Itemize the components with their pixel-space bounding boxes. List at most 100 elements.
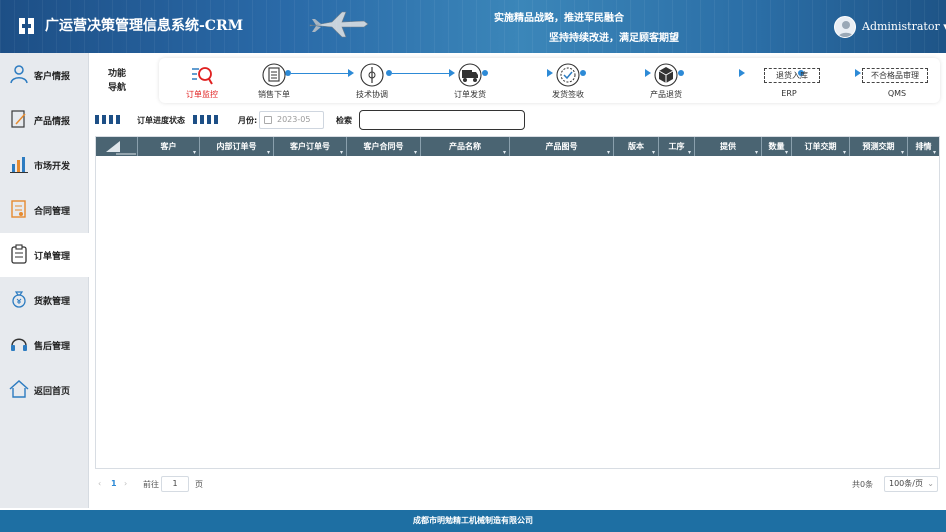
home-icon <box>9 379 29 398</box>
product-return-icon <box>654 63 678 87</box>
truck-icon <box>458 63 482 87</box>
search-monitor-icon <box>192 67 213 85</box>
col-customer[interactable]: 客户 ▾ <box>138 137 200 156</box>
col-scheduling[interactable]: 排情 ▾ <box>908 137 939 156</box>
calendar-icon <box>264 116 272 124</box>
col-forecast-delivery[interactable]: 预测交期 ▾ <box>850 137 908 156</box>
sidebar-item-label: 合同管理 <box>34 207 71 217</box>
progress-indicator-icon[interactable] <box>207 115 211 124</box>
sidebar-item-label: 返回首页 <box>34 387 71 397</box>
step-qms[interactable]: 不合格品审理 QMS <box>857 61 937 101</box>
grid-header: 客户 ▾ 内部订单号 ▾ 客户订单号 ▾ 客户合同号 ▾ 产品名称 ▾ 产品图号 ▾ 版本 ▾… <box>96 137 939 156</box>
tech-coordination-icon <box>360 63 384 87</box>
app-logo-icon <box>19 18 34 34</box>
user-icon <box>10 65 28 84</box>
avatar[interactable] <box>834 16 856 38</box>
step-label: 订单监控 <box>186 90 218 99</box>
sidebar-item-label: 产品情报 <box>34 117 71 127</box>
sidebar: 客户情报 产品情报 市场开发 合同管理 订单管理 货款管理 售后管理 返回首页 <box>0 53 89 508</box>
sidebar-item-market-dev[interactable]: 市场开发 <box>0 143 89 187</box>
page-suffix: 页 <box>195 480 203 489</box>
sidebar-item-label: 售后管理 <box>34 342 71 352</box>
step-order-monitor[interactable]: 订单监控 <box>169 61 235 101</box>
function-navigation: 功能导航 订单监控 销售下单 技术协调 订单发货 发货签收 产品退货 退货入库 … <box>97 58 940 103</box>
company-name: 成都市明勉精工机械制造有限公司 <box>413 516 533 525</box>
prev-page-button[interactable]: ‹ <box>98 479 101 488</box>
chevron-down-icon: ⌄ <box>927 479 934 488</box>
progress-indicator-icon[interactable] <box>193 115 197 124</box>
sidebar-item-payment[interactable]: 货款管理 <box>0 278 89 322</box>
step-label: 销售下单 <box>258 90 290 99</box>
month-value: 2023-05 <box>277 115 311 124</box>
grid-body <box>96 156 939 468</box>
sidebar-item-order[interactable]: 订单管理 <box>0 233 89 277</box>
search-input[interactable] <box>359 110 525 130</box>
filter-bar: 订单进度状态 月份: 2023-05 检索 <box>95 110 940 130</box>
step-shipping-receipt[interactable]: 发货签收 <box>535 61 601 101</box>
col-product-drawing-no[interactable]: 产品图号 ▾ <box>510 137 614 156</box>
order-list-icon <box>262 63 286 87</box>
search-label: 检索 <box>336 116 352 125</box>
progress-indicator-icon[interactable] <box>214 115 218 124</box>
slogan-line-1: 实施精品战略，推进军民融合 <box>494 13 624 24</box>
col-order-delivery[interactable]: 订单交期 ▾ <box>792 137 850 156</box>
col-process[interactable]: 工序 ▾ <box>659 137 695 156</box>
step-label: 发货签收 <box>552 90 584 99</box>
pagination: ‹ 1 › 前往 1 页 共0条 100条/页 ⌄ <box>95 474 940 496</box>
select-all-column[interactable] <box>96 137 138 156</box>
page-size-select[interactable]: 100条/页 ⌄ <box>884 476 938 492</box>
col-quantity[interactable]: 数量 ▾ <box>762 137 792 156</box>
user-avatar-icon <box>838 21 854 37</box>
return-warehouse-box: 退货入库 <box>764 68 820 83</box>
sidebar-item-customer-intel[interactable]: 客户情报 <box>0 53 89 97</box>
function-nav-title: 功能导航 <box>107 69 126 93</box>
step-product-return[interactable]: 产品退货 <box>633 61 699 101</box>
month-picker[interactable]: 2023-05 <box>259 111 324 129</box>
goto-label: 前往 <box>143 480 159 489</box>
page-size-value: 100条/页 <box>889 479 923 488</box>
progress-indicator-icon <box>95 115 99 124</box>
next-page-button[interactable]: › <box>124 479 127 488</box>
app-title: 广运营决策管理信息系统-CRM <box>45 18 244 34</box>
col-customer-order-no[interactable]: 客户订单号 ▾ <box>274 137 347 156</box>
sidebar-item-after-sales[interactable]: 售后管理 <box>0 323 89 367</box>
sidebar-item-home[interactable]: 返回首页 <box>0 368 89 412</box>
sidebar-item-label: 订单管理 <box>34 252 71 262</box>
total-count: 共0条 <box>852 480 874 489</box>
col-internal-order-no[interactable]: 内部订单号 ▾ <box>200 137 274 156</box>
nonconforming-review-box: 不合格品审理 <box>862 68 928 83</box>
step-erp[interactable]: 退货入库 ERP <box>739 61 839 101</box>
goto-page-input[interactable]: 1 <box>161 476 189 492</box>
progress-indicator-icon <box>102 115 106 124</box>
workflow-panel: 订单监控 销售下单 技术协调 订单发货 发货签收 产品退货 退货入库 ERP 不… <box>159 58 940 103</box>
sidebar-item-product-intel[interactable]: 产品情报 <box>0 98 89 142</box>
col-customer-contract-no[interactable]: 客户合同号 ▾ <box>347 137 421 156</box>
step-tech-coordination[interactable]: 技术协调 <box>339 61 405 101</box>
sign-receipt-icon <box>556 63 580 87</box>
step-order-shipping[interactable]: 订单发货 <box>437 61 503 101</box>
step-sales-order[interactable]: 销售下单 <box>241 61 307 101</box>
progress-indicator-icon <box>109 115 113 124</box>
money-bag-icon <box>12 291 26 308</box>
page-number[interactable]: 1 <box>111 479 117 488</box>
step-label: 订单发货 <box>454 90 486 99</box>
month-label: 月份: <box>238 116 258 125</box>
slogan-line-2: 坚持持续改进，满足顾客期望 <box>549 33 679 44</box>
select-corner-icon <box>106 141 136 155</box>
user-name: Administrator <box>862 20 940 33</box>
progress-indicator-icon[interactable] <box>200 115 204 124</box>
step-label: 产品退货 <box>650 90 682 99</box>
document-edit-icon <box>11 110 26 128</box>
clipboard-icon <box>11 244 27 264</box>
progress-indicator-icon <box>116 115 120 124</box>
step-label: ERP <box>781 89 797 98</box>
col-version[interactable]: 版本 ▾ <box>614 137 659 156</box>
order-grid: 客户 ▾ 内部订单号 ▾ 客户订单号 ▾ 客户合同号 ▾ 产品名称 ▾ 产品图号 ▾ 版本 ▾… <box>95 136 940 469</box>
contract-icon <box>11 200 26 218</box>
user-menu[interactable]: Administrator ▾ <box>862 20 946 33</box>
bar-chart-icon <box>10 157 28 173</box>
col-provided[interactable]: 提供 ▾ <box>695 137 762 156</box>
col-product-name[interactable]: 产品名称 ▾ <box>421 137 510 156</box>
fighter-jet-icon <box>309 11 369 38</box>
sidebar-item-contract[interactable]: 合同管理 <box>0 188 89 232</box>
